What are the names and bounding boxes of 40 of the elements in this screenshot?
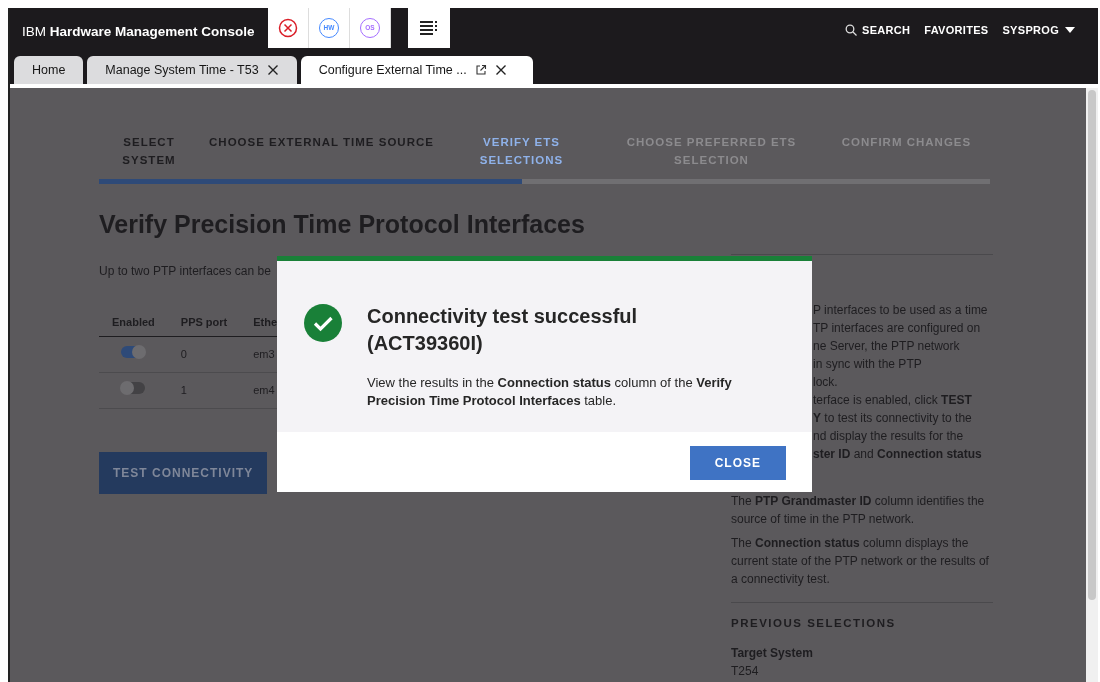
success-check-icon — [303, 303, 343, 343]
table-cell: em3 — [253, 348, 275, 361]
test-connectivity-button[interactable]: TEST CONNECTIVITY — [99, 452, 268, 494]
list-menu-button[interactable] — [408, 8, 450, 48]
list-icon — [420, 20, 438, 36]
column-header: Ethe — [253, 315, 278, 328]
close-button[interactable]: CLOSE — [689, 446, 786, 480]
dialog-message: View the results in the Connection status column of the Verify Precision Time Protocol Interfaces table. — [367, 374, 733, 410]
help-paragraph: The PTP Grandmaster ID column identifies the source of time in the PTP network. — [731, 493, 986, 528]
help-text-line: nd display the results for the — [812, 428, 965, 445]
tab[interactable]: Home — [14, 56, 84, 84]
table-cell: em4 — [253, 384, 275, 397]
toggle-switch[interactable] — [121, 382, 146, 395]
help-text-line: ne Server, the PTP network — [812, 338, 961, 355]
dialog-title: Connectivity test successful (ACT39360I) — [367, 304, 639, 356]
section-heading: PREVIOUS SELECTIONS — [731, 616, 897, 631]
page-title: Verify Precision Time Protocol Interfaces — [99, 209, 586, 240]
field-value: T254 — [731, 663, 760, 681]
caret-icon — [1064, 26, 1076, 35]
step-label[interactable]: CHOOSE EXTERNAL TIME SOURCE — [199, 133, 444, 179]
step-label[interactable]: VERIFY ETS SELECTIONS — [444, 133, 599, 179]
search-icon — [845, 24, 857, 37]
toggle-switch[interactable] — [121, 346, 146, 359]
field-label: Target System — [731, 645, 814, 663]
column-header: PPS port — [180, 315, 228, 328]
step-label[interactable]: SELECT SYSTEM — [99, 133, 199, 179]
tab[interactable]: Manage System Time - T53 — [87, 56, 297, 84]
search-link[interactable]: SEARCH — [845, 22, 911, 39]
scrollbar[interactable] — [1086, 88, 1098, 682]
help-text-line: Y to test its connectivity to the — [812, 410, 973, 427]
favorites-link[interactable]: FAVORITES — [924, 22, 989, 39]
help-paragraph: The Connection status column displays the current state of the PTP network or the results of a connectivity test. — [731, 535, 990, 588]
column-header: Enabled — [112, 315, 155, 328]
help-text-line: lock. — [812, 374, 839, 391]
user-menu[interactable]: SYSPROG — [1002, 22, 1076, 39]
tab[interactable]: Configure External Time ... — [300, 56, 533, 84]
app-title: IBM Hardware Management Console — [21, 23, 256, 41]
error-icon — [278, 18, 298, 38]
help-text-line: P interfaces to be used as a time — [812, 302, 989, 319]
intro-text: Up to two PTP interfaces can be — [99, 262, 272, 280]
